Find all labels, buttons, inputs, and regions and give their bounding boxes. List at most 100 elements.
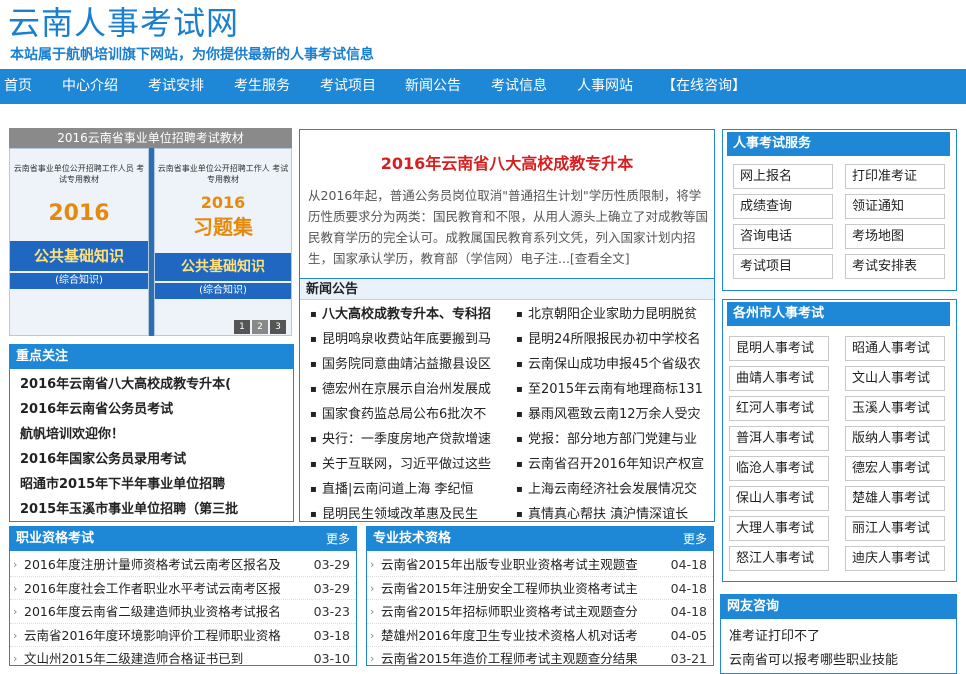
news-item[interactable]: ▪ 直播|云南问道上海 李纪恒	[306, 477, 506, 502]
nav-exam-schedule[interactable]: 考试安排	[148, 69, 204, 104]
list-item[interactable]: › 2016年度注册计量师资格考试云南考区报名及 03-29	[10, 553, 356, 577]
list-item[interactable]: › 云南省2015年注册安全工程师执业资格考试主 04-18	[367, 577, 713, 600]
news-item[interactable]: ▪ 关于互联网，习近平做过这些	[306, 452, 506, 477]
focus-item[interactable]: 2016年云南省公务员考试	[10, 397, 293, 422]
nav-news[interactable]: 新闻公告	[405, 69, 461, 104]
news-item[interactable]: ▪ 国家食药监总局公布6批次不	[306, 402, 506, 427]
book-cover-subtitle: 云南省事业单位公开招聘工作人 考试专用教材	[157, 164, 289, 184]
question-item[interactable]: 云南省可以报考哪些职业技能	[721, 649, 956, 673]
city-dali-button[interactable]: 大理人事考试	[729, 516, 829, 541]
news-item[interactable]: ▪ 昆明24所限报民办初中学校名	[512, 327, 712, 352]
headline-title[interactable]: 2016年云南省八大高校成教专升本	[300, 150, 714, 174]
news-item[interactable]: ▪ 昆明鸣泉收费站年底要搬到马	[306, 327, 506, 352]
exam-schedule-button[interactable]: 考试安排表	[845, 254, 945, 279]
city-nujiang-button[interactable]: 怒江人事考试	[729, 546, 829, 571]
focus-item[interactable]: 昭通市2015年下半年事业单位招聘	[10, 472, 293, 497]
city-yuxi-button[interactable]: 玉溪人事考试	[845, 396, 945, 421]
news-item[interactable]: ▪ 云南保山成功申报45个省级农	[512, 352, 712, 377]
bullet-icon: ▪	[310, 409, 317, 420]
focus-item[interactable]: 2016年国家公务员录用考试	[10, 447, 293, 472]
news-item[interactable]: ▪ 央行：一季度房地产贷款增速	[306, 427, 506, 452]
city-banna-button[interactable]: 版纳人事考试	[845, 426, 945, 451]
list-item[interactable]: › 2016年度社会工作者职业水平考试云南考区报 03-29	[10, 577, 356, 600]
news-item[interactable]: ▪ 真情真心帮扶 滇沪情深谊长	[512, 502, 712, 521]
focus-item[interactable]: 2016年云南省八大高校成教专升本(	[10, 372, 293, 397]
city-honghe-button[interactable]: 红河人事考试	[729, 396, 829, 421]
news-item[interactable]: ▪ 党报：部分地方部门党建与业	[512, 427, 712, 452]
bullet-icon: ▪	[310, 384, 317, 395]
banner-page-3[interactable]: 3	[270, 320, 286, 334]
online-signup-button[interactable]: 网上报名	[733, 164, 833, 189]
bullet-icon: ▪	[310, 434, 317, 445]
city-wenshan-button[interactable]: 文山人事考试	[845, 366, 945, 391]
site-slogan: 本站属于航帆培训旗下网站，为你提供最新的人事考试信息	[10, 47, 374, 63]
news-list-right: ▪ 北京朝阳企业家助力昆明脱贫 ▪ 昆明24所限报民办初中学校名 ▪ 云南保山成功申报…	[512, 302, 712, 521]
user-questions-heading: 网友咨询	[721, 595, 956, 619]
nav-hr-sites[interactable]: 人事网站	[577, 69, 633, 104]
nav-exam-info[interactable]: 考试信息	[491, 69, 547, 104]
news-list-left: ▪ 八大高校成教专升本、专科招 ▪ 昆明鸣泉收费站年底要搬到马 ▪ 国务院同意曲靖沾益…	[306, 302, 506, 521]
news-item[interactable]: ▪ 至2015年云南有地理商标131	[512, 377, 712, 402]
focus-item[interactable]: 航帆培训欢迎你！	[10, 422, 293, 447]
city-dehong-button[interactable]: 德宏人事考试	[845, 456, 945, 481]
city-baoshan-button[interactable]: 保山人事考试	[729, 486, 829, 511]
book-cover-exercises[interactable]: 云南省事业单位公开招聘工作人 考试专用教材 2016 习题集 公共基础知识 (综…	[154, 148, 292, 336]
professional-more-link[interactable]: 更多	[683, 527, 707, 551]
banner-page-1[interactable]: 1	[234, 320, 250, 334]
news-item[interactable]: ▪ 云南省召开2016年知识产权宣	[512, 452, 712, 477]
city-lijiang-button[interactable]: 丽江人事考试	[845, 516, 945, 541]
score-query-button[interactable]: 成绩查询	[733, 194, 833, 219]
city-kunming-button[interactable]: 昆明人事考试	[729, 336, 829, 361]
banner-slideshow[interactable]: 2016云南省事业单位招聘考试教材 云南省事业单位公开招聘工作人员 考试专用教材…	[9, 128, 292, 336]
nav-exam-items[interactable]: 考试项目	[320, 69, 376, 104]
service-box: 人事考试服务 网上报名 打印准考证 成绩查询 领证通知 咨询电话 考场地图 考试…	[722, 129, 957, 291]
list-item[interactable]: › 云南省2015年出版专业职业资格考试主观题查 04-18	[367, 553, 713, 577]
nav-online-consult[interactable]: 【在线咨询】	[662, 69, 746, 104]
exam-items-button[interactable]: 考试项目	[733, 254, 833, 279]
list-item[interactable]: › 2016年度云南省二级建造师执业资格考试报名 03-23	[10, 600, 356, 624]
list-item[interactable]: › 云南省2016年度环境影响评价工程师职业资格 03-18	[10, 624, 356, 647]
city-chuxiong-button[interactable]: 楚雄人事考试	[845, 486, 945, 511]
arrow-right-icon: ›	[13, 628, 18, 642]
arrow-right-icon: ›	[370, 558, 375, 571]
question-item[interactable]: 准考证打印不了	[721, 625, 956, 649]
bullet-icon: ▪	[310, 334, 317, 345]
city-qujing-button[interactable]: 曲靖人事考试	[729, 366, 829, 391]
list-item[interactable]: › 云南省2015年招标师职业资格考试主观题查分 04-18	[367, 600, 713, 624]
list-item[interactable]: › 文山州2015年二级建造师合格证书已到 03-10	[10, 647, 356, 665]
nav-home[interactable]: 首页	[4, 69, 32, 104]
news-item[interactable]: ▪ 国务院同意曲靖沾益撤县设区	[306, 352, 506, 377]
professional-tech-box: 专业技术资格 更多 › 云南省2015年出版专业职业资格考试主观题查 04-18 › 云…	[366, 526, 714, 666]
vocational-more-link[interactable]: 更多	[326, 527, 350, 551]
consult-phone-button[interactable]: 咨询电话	[733, 224, 833, 249]
news-item[interactable]: ▪ 昆明民生领域改革惠及民生	[306, 502, 506, 521]
news-item[interactable]: ▪ 北京朝阳企业家助力昆明脱贫	[512, 302, 712, 327]
nav-candidate-service[interactable]: 考生服务	[234, 69, 290, 104]
site-title[interactable]: 云南人事考试网	[8, 0, 239, 44]
list-item[interactable]: › 楚雄州2016年度卫生专业技术资格人机对话考 04-05	[367, 624, 713, 647]
news-item[interactable]: ▪ 德宏州在京展示自治州发展成	[306, 377, 506, 402]
bullet-icon: ▪	[310, 459, 317, 470]
city-puer-button[interactable]: 普洱人事考试	[729, 426, 829, 451]
nav-center-intro[interactable]: 中心介绍	[62, 69, 118, 104]
city-diqing-button[interactable]: 迪庆人事考试	[845, 546, 945, 571]
certificate-notice-button[interactable]: 领证通知	[845, 194, 945, 219]
banner-page-2[interactable]: 2	[252, 320, 268, 334]
user-questions-box: 网友咨询 准考证打印不了 云南省可以报考哪些职业技能	[720, 594, 957, 674]
news-item[interactable]: ▪ 上海云南经济社会发展情况交	[512, 477, 712, 502]
banner-pager: 123	[232, 318, 286, 334]
print-admission-button[interactable]: 打印准考证	[845, 164, 945, 189]
focus-item[interactable]: 2015年玉溪市事业单位招聘（第三批	[10, 497, 293, 521]
city-lincang-button[interactable]: 临沧人事考试	[729, 456, 829, 481]
bullet-icon: ▪	[516, 484, 523, 495]
bullet-icon: ▪	[310, 509, 317, 520]
city-zhaotong-button[interactable]: 昭通人事考试	[845, 336, 945, 361]
exam-map-button[interactable]: 考场地图	[845, 224, 945, 249]
book-cover-subtitle: 云南省事业单位公开招聘工作人员 考试专用教材	[13, 164, 145, 184]
list-item[interactable]: › 云南省2015年造价工程师考试主观题查分结果 03-21	[367, 647, 713, 665]
book-cover-basic[interactable]: 云南省事业单位公开招聘工作人员 考试专用教材 2016 公共基础知识 (综合知识…	[9, 148, 149, 336]
arrow-right-icon: ›	[370, 605, 375, 618]
news-item[interactable]: ▪ 八大高校成教专升本、专科招	[306, 302, 506, 327]
bullet-icon: ▪	[310, 359, 317, 370]
news-item[interactable]: ▪ 暴雨风雹致云南12万余人受灾	[512, 402, 712, 427]
